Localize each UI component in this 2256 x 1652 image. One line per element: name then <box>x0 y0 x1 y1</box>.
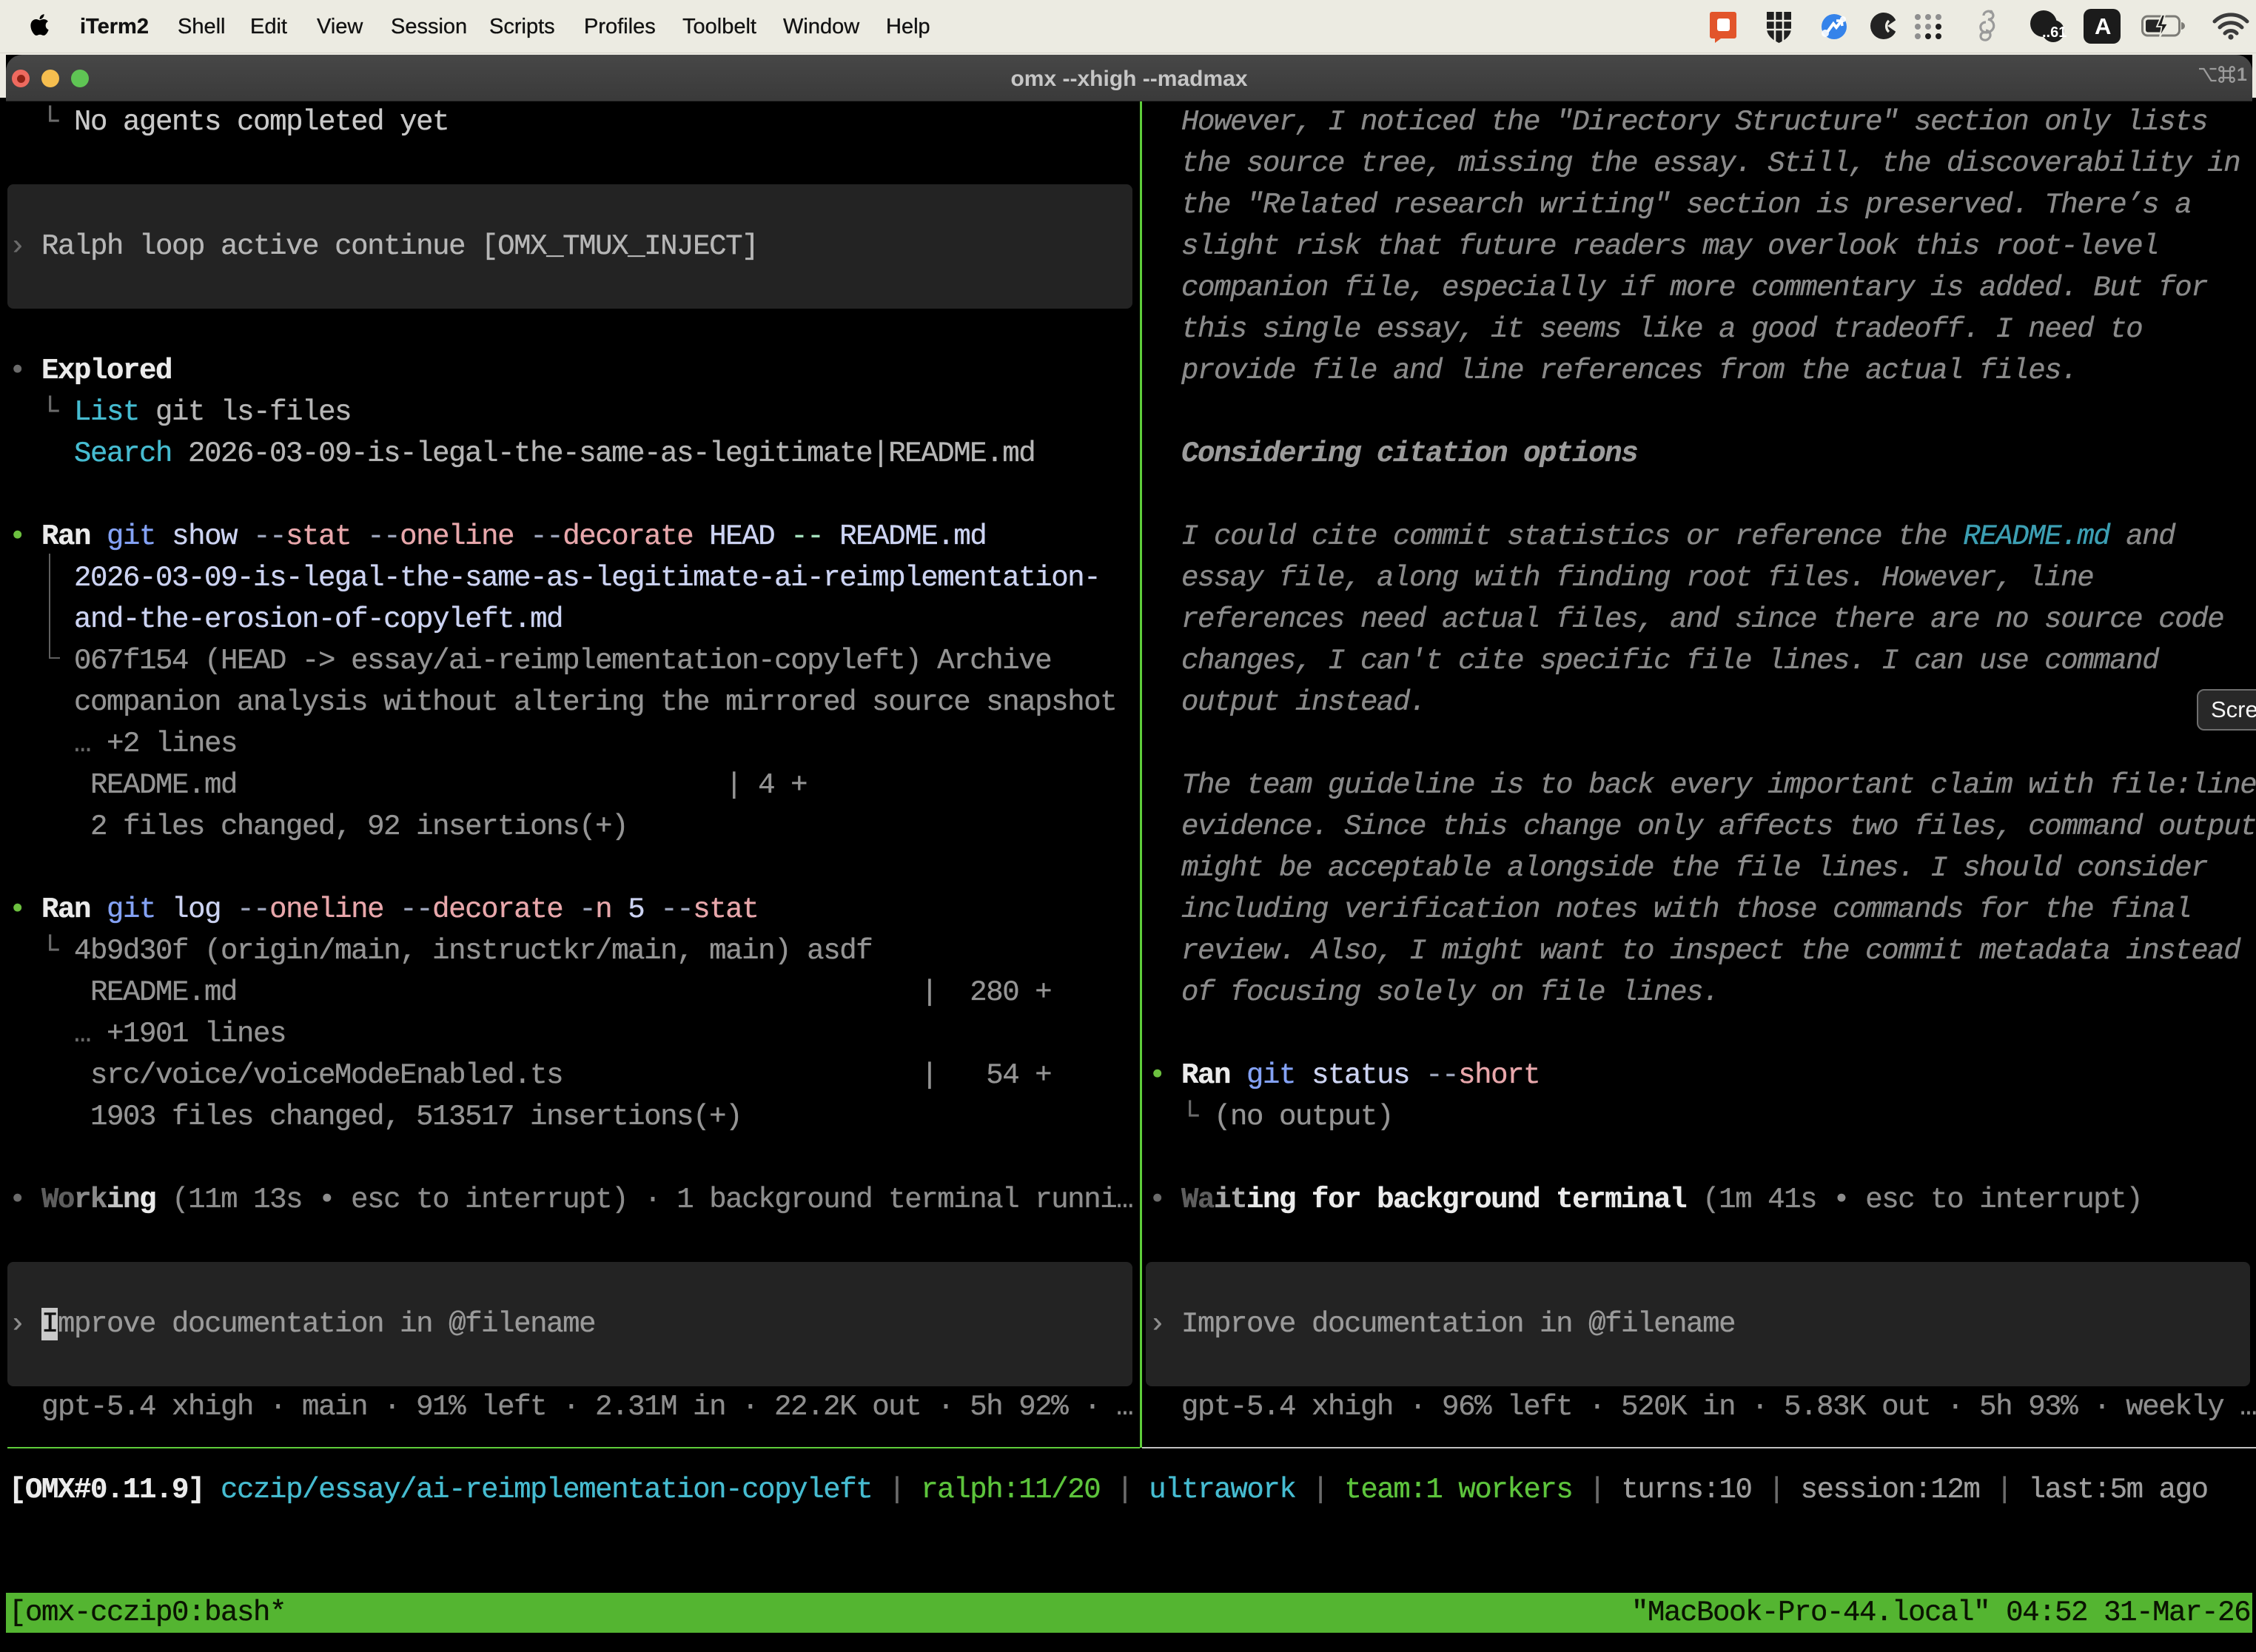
svg-text:..61: ..61 <box>2042 24 2067 41</box>
svg-text:A: A <box>2095 13 2111 39</box>
svg-text:1: 1 <box>2237 66 2247 84</box>
